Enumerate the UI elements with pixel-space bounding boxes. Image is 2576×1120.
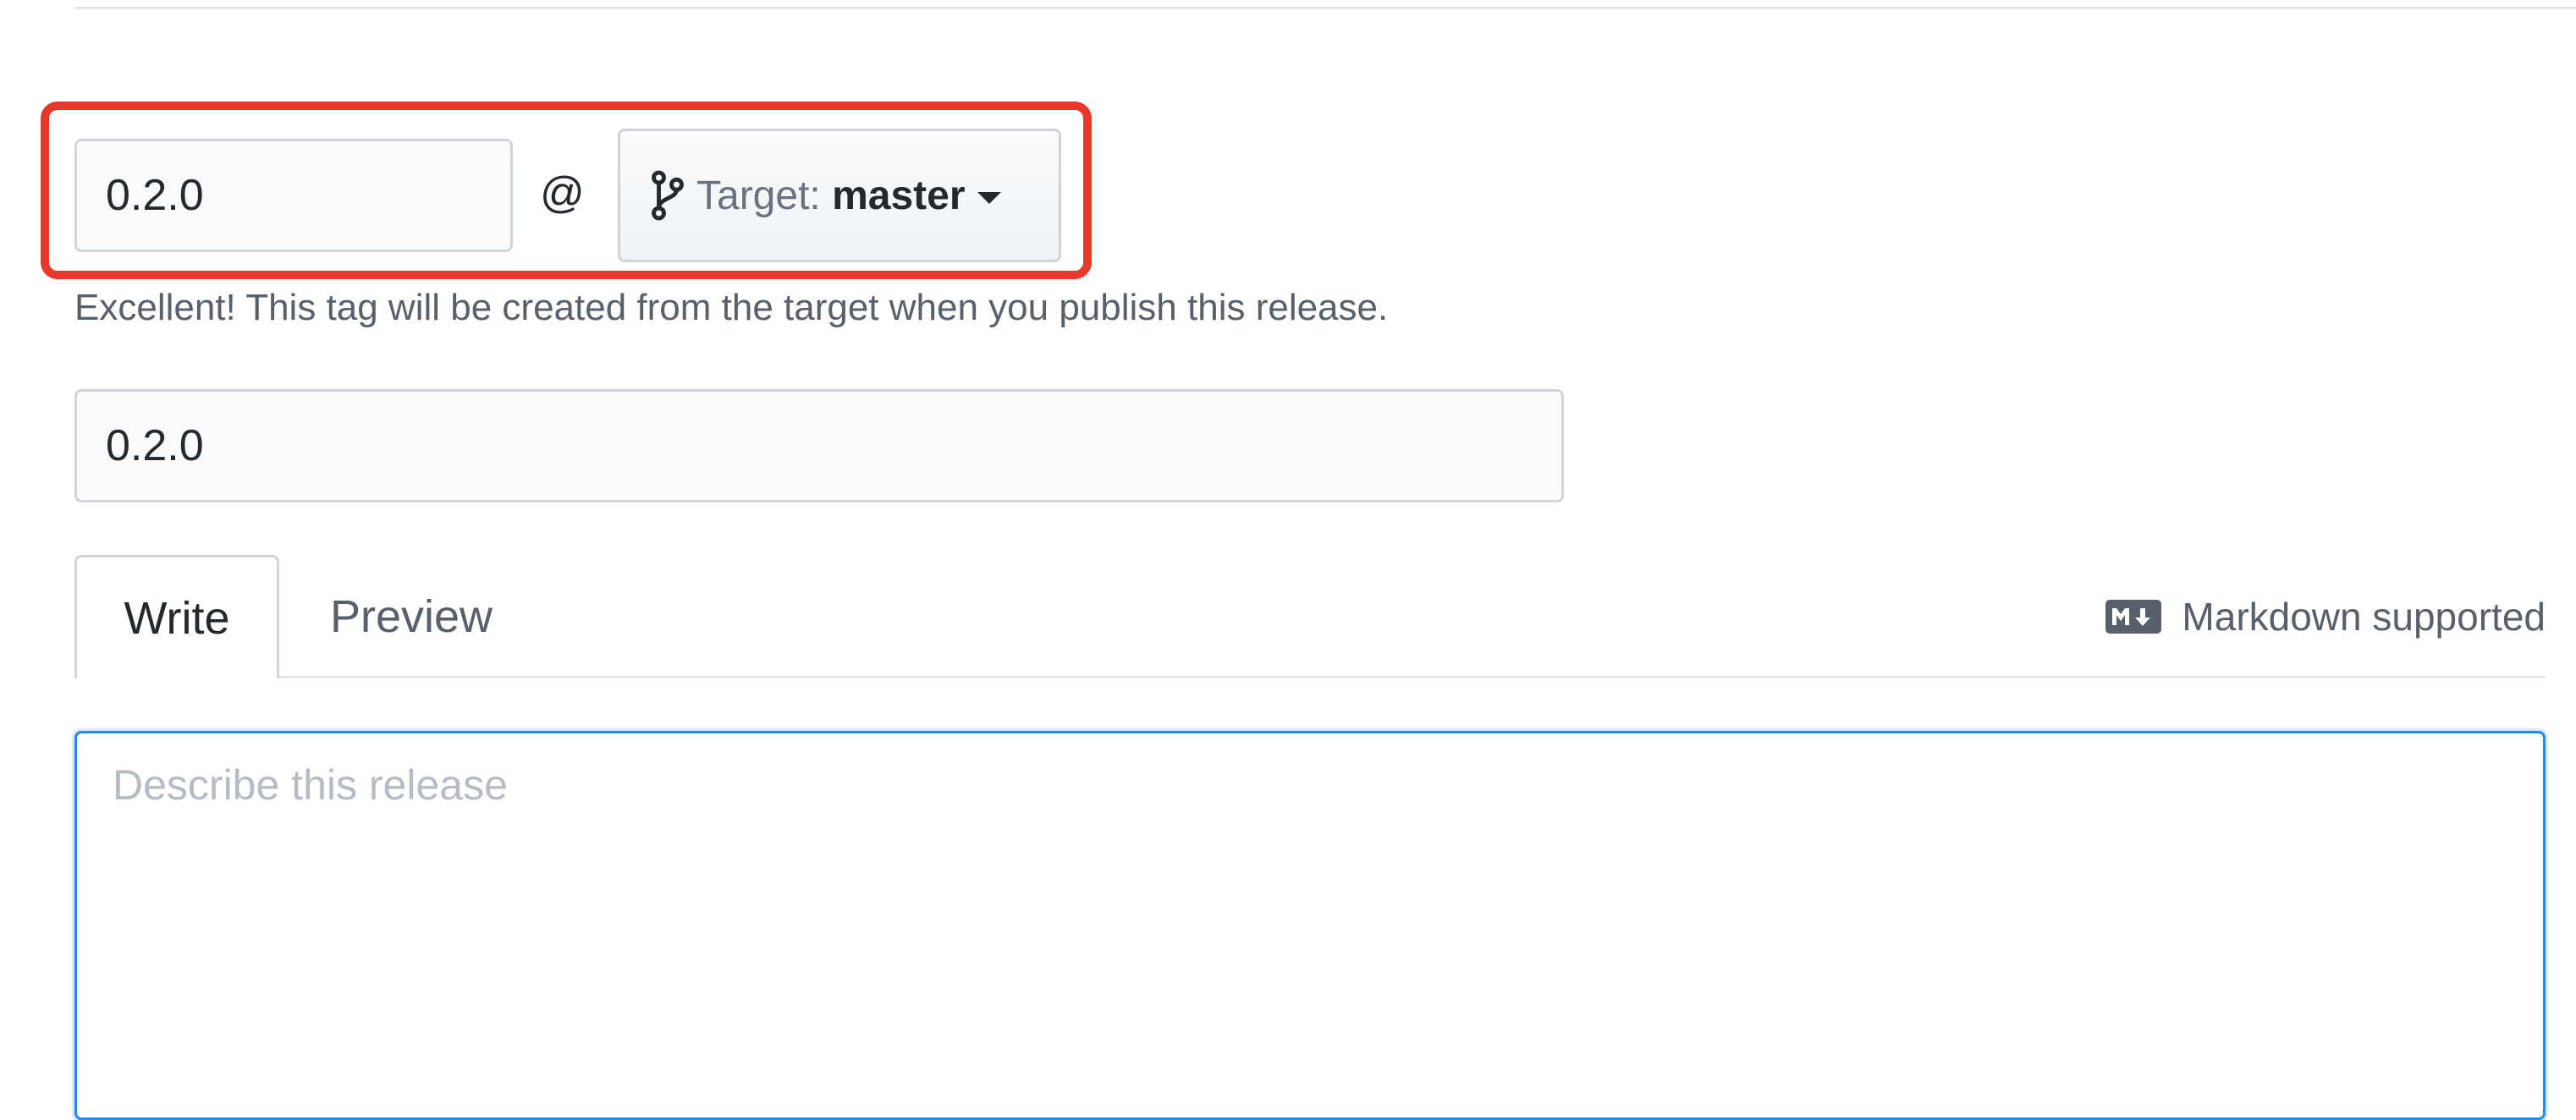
caret-down-icon (977, 192, 1001, 204)
tag-version-input[interactable] (74, 139, 513, 252)
top-divider (74, 7, 2576, 9)
release-title-input[interactable] (74, 389, 1564, 502)
release-description-textarea[interactable] (74, 731, 2546, 1120)
target-label: Target: (696, 173, 833, 218)
tab-preview[interactable]: Preview (301, 555, 521, 678)
markdown-icon (2105, 600, 2162, 634)
tab-write[interactable]: Write (74, 555, 279, 681)
target-branch-dropdown[interactable]: Target: master (618, 129, 1061, 262)
markdown-supported-link[interactable]: Markdown supported (2105, 555, 2546, 678)
git-branch-icon (652, 170, 684, 221)
at-separator: @ (540, 168, 585, 217)
editor-tabs: Write Preview Markdown supported (74, 555, 2546, 681)
tag-hint-message: Excellent! This tag will be created from… (74, 287, 1389, 328)
markdown-supported-label: Markdown supported (2182, 595, 2546, 639)
target-branch-name: master (832, 173, 966, 218)
